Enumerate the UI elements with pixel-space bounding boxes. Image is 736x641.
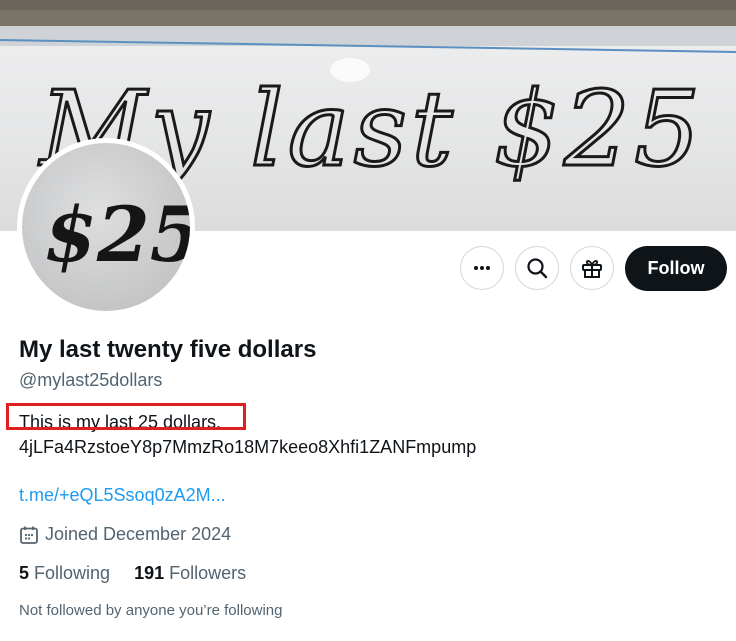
avatar-image: $25 <box>44 190 190 279</box>
follow-button[interactable]: Follow <box>625 246 727 291</box>
joined-date: Joined December 2024 <box>19 524 231 545</box>
more-button[interactable] <box>460 246 504 290</box>
search-button[interactable] <box>515 246 559 290</box>
more-icon <box>474 266 490 270</box>
profile-link[interactable]: t.me/+eQL5Ssoq0zA2M... <box>19 485 226 506</box>
avatar-handwriting: $25 <box>44 190 190 279</box>
bio-line-2: 4jLFa4RzstoeY8p7MmzRo18M7keeo8Xhfi1ZANFm… <box>19 437 477 457</box>
search-icon <box>527 258 548 279</box>
following-label: Following <box>34 563 111 583</box>
user-handle: @mylast25dollars <box>19 370 163 390</box>
joined-label: Joined December 2024 <box>45 524 232 544</box>
gift-button[interactable] <box>570 246 614 290</box>
not-followed-notice: Not followed by anyone you’re following <box>19 602 283 619</box>
follow-stats: 5 Following 191 Followers <box>19 563 246 584</box>
avatar[interactable]: $25 <box>17 138 195 316</box>
following-count: 5 <box>19 563 30 583</box>
display-name: My last twenty five dollars <box>19 336 317 363</box>
followers-link[interactable]: 191 Followers <box>134 563 246 584</box>
gift-icon <box>582 260 602 278</box>
calendar-icon <box>20 526 38 544</box>
highlight-box <box>6 403 246 430</box>
followers-count: 191 <box>134 563 165 583</box>
followers-label: Followers <box>169 563 247 583</box>
following-link[interactable]: 5 Following <box>19 563 110 584</box>
